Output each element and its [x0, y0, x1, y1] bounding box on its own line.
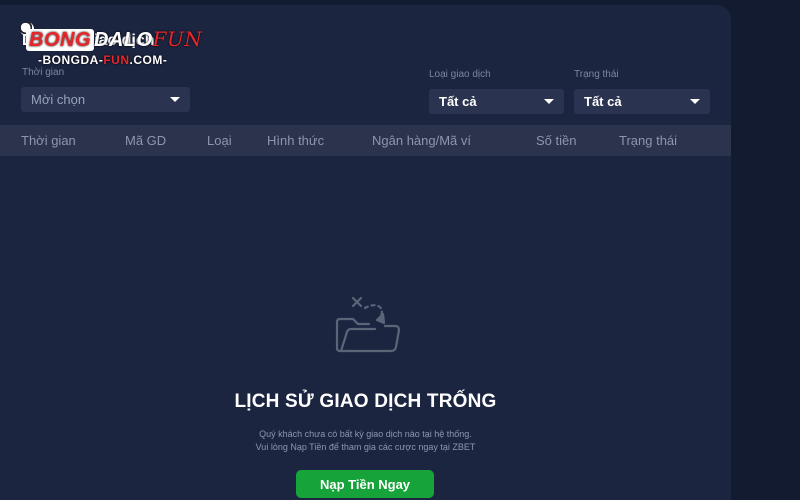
- caret-down-icon: [690, 99, 700, 104]
- empty-state-message-line1: Quý khách chưa có bất kỳ giao dịch nào t…: [259, 429, 472, 439]
- watermark-site: -BONGDA-FUN.COM-: [38, 53, 168, 67]
- column-header-bank-wallet: Ngân hàng/Mã ví: [372, 133, 472, 148]
- transaction-history-panel: Lịch sử giao dịch BONGDALOFUN -BONGDA-FU…: [0, 5, 731, 500]
- column-header-time: Thời gian: [21, 133, 76, 148]
- type-filter-label: Loại giao dịch: [429, 69, 491, 80]
- table-header: Thời gian Mã GD Loại Hình thức Ngân hàng…: [0, 125, 731, 156]
- type-filter-select[interactable]: Tất cả: [429, 89, 564, 114]
- deposit-now-button[interactable]: Nạp Tiền Ngay: [296, 470, 434, 498]
- status-filter-label: Trạng thái: [574, 69, 619, 80]
- status-filter-select[interactable]: Tất cả: [574, 89, 710, 114]
- time-filter-select[interactable]: Mời chọn: [21, 87, 190, 112]
- watermark-brand: BONG DALOFUN: [26, 26, 202, 52]
- column-header-method: Hình thức: [267, 133, 325, 148]
- empty-state-title: LỊCH SỬ GIAO DỊCH TRỐNG: [234, 391, 497, 412]
- time-filter-value: Mời chọn: [31, 92, 86, 107]
- empty-folder-icon: [335, 296, 401, 353]
- caret-down-icon: [544, 99, 554, 104]
- column-header-transaction-id: Mã GD: [125, 133, 167, 148]
- column-header-type: Loại: [207, 133, 232, 148]
- empty-state-message-line2: Vui lòng Nạp Tiền để tham gia các cược n…: [255, 442, 476, 452]
- time-filter-label: Thời gian: [22, 67, 65, 78]
- column-header-status: Trạng thái: [619, 133, 678, 148]
- caret-down-icon: [170, 97, 180, 102]
- column-header-amount: Số tiền: [536, 133, 577, 148]
- type-filter-value: Tất cả: [439, 94, 477, 109]
- status-filter-value: Tất cả: [584, 94, 622, 109]
